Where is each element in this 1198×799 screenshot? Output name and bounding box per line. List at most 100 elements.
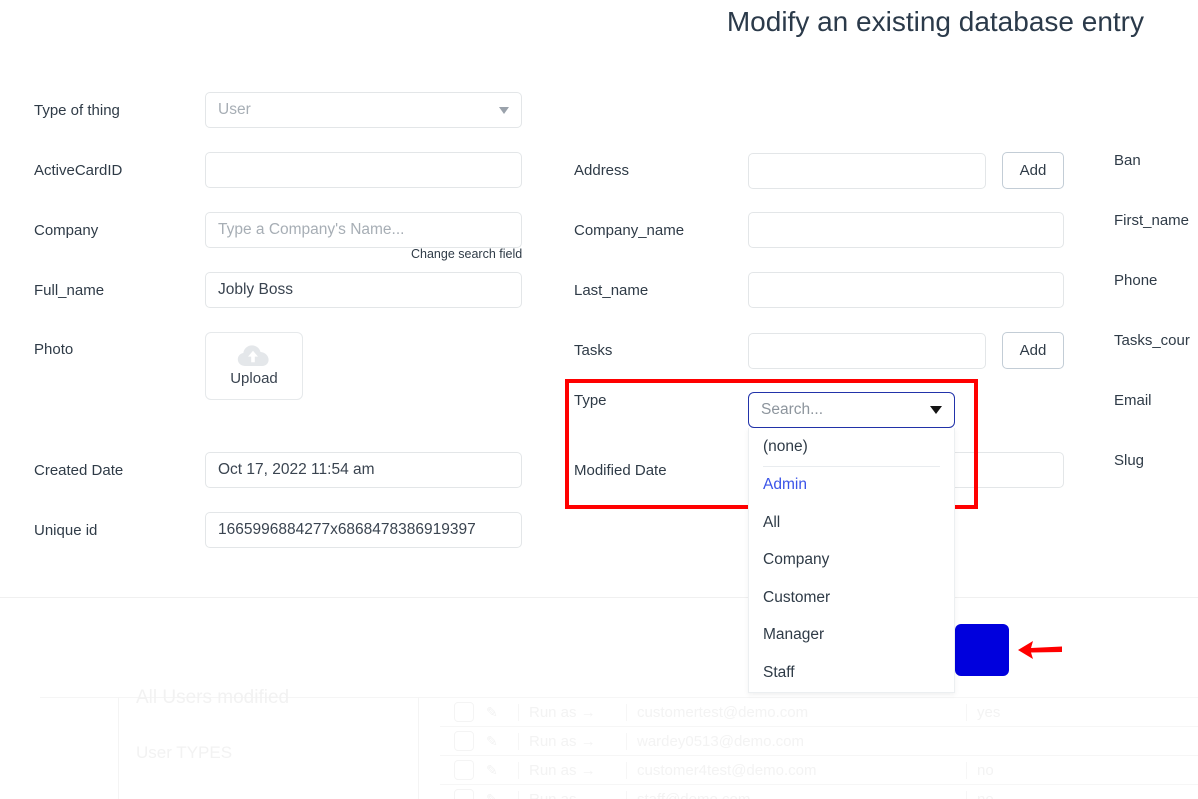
- type-search-input[interactable]: Search...: [748, 392, 955, 428]
- field-label: Full_name: [34, 281, 105, 299]
- last-name-input[interactable]: [748, 272, 1064, 308]
- row-checkbox[interactable]: [454, 789, 474, 799]
- edit-pencil-icon[interactable]: ✎: [486, 762, 512, 779]
- arrow-left-annotation: [1018, 641, 1062, 659]
- dropdown-option-all[interactable]: All: [749, 504, 954, 542]
- field-label: Company: [34, 221, 99, 239]
- row-checkbox[interactable]: [454, 702, 474, 722]
- field-label: Company_name: [574, 221, 685, 239]
- edit-pencil-icon[interactable]: ✎: [486, 791, 512, 799]
- cloud-upload-icon: [237, 345, 269, 366]
- address-add-button[interactable]: Add: [1002, 152, 1064, 189]
- background-heading-1: All Users modified: [136, 687, 290, 708]
- company-placeholder: Type a Company's Name...: [218, 221, 405, 238]
- field-label: Unique id: [34, 521, 98, 539]
- unique-id-input[interactable]: 1665996884277x6868478386919397: [205, 512, 522, 548]
- field-ban: Ban: [1114, 152, 1141, 169]
- edit-pencil-icon[interactable]: ✎: [486, 704, 512, 721]
- full-name-value: Jobly Boss: [218, 281, 293, 298]
- row-flag: no: [966, 761, 1111, 779]
- background-vline: [418, 697, 419, 799]
- type-search-placeholder: Search...: [761, 401, 824, 418]
- field-unique-id: Unique id 1665996884277x6868478386919397: [34, 512, 522, 548]
- field-label: Tasks: [574, 342, 613, 359]
- field-first-name: First_name: [1114, 212, 1189, 229]
- field-label: Photo: [34, 341, 74, 358]
- row-email: staff@demo.com: [626, 790, 836, 799]
- field-label: Address: [574, 162, 630, 179]
- type-dropdown: Search... (none) Admin All Company Custo…: [748, 392, 955, 693]
- field-address: Address Add: [574, 152, 1064, 189]
- page-title: Modify an existing database entry: [726, 6, 1144, 37]
- activecardid-input[interactable]: [205, 152, 522, 188]
- dropdown-option-none[interactable]: (none): [749, 428, 954, 466]
- field-label: Created Date: [34, 461, 124, 479]
- dropdown-option-staff[interactable]: Staff: [749, 654, 954, 692]
- run-as-link[interactable]: Run as →: [518, 703, 626, 721]
- type-dropdown-list: (none) Admin All Company Customer Manage…: [748, 428, 955, 693]
- unique-id-value: 1665996884277x6868478386919397: [218, 521, 476, 538]
- upload-label: Upload: [230, 370, 278, 387]
- company-name-input[interactable]: [748, 212, 1064, 248]
- field-label: Modified Date: [574, 461, 667, 479]
- run-as-link[interactable]: Run as →: [518, 790, 626, 799]
- field-company-name: Company_name: [574, 212, 1064, 248]
- background-table-row: ✎ Run as → wardey0513@demo.com: [440, 726, 1198, 755]
- field-tasks-count: Tasks_cour: [1114, 332, 1190, 349]
- row-email: customertest@demo.com: [626, 703, 836, 721]
- chevron-down-icon: [930, 406, 942, 414]
- field-label: ActiveCardID: [34, 161, 123, 179]
- section-divider: [0, 597, 1198, 598]
- run-as-link[interactable]: Run as →: [518, 761, 626, 779]
- field-last-name: Last_name: [574, 272, 1064, 308]
- background-vline: [118, 697, 119, 799]
- edit-pencil-icon[interactable]: ✎: [486, 733, 512, 750]
- change-search-field-link[interactable]: Change search field: [411, 247, 522, 261]
- field-activecardid: ActiveCardID: [34, 152, 522, 188]
- dropdown-option-company[interactable]: Company: [749, 542, 954, 580]
- background-heading-2: User TYPES: [136, 743, 233, 762]
- field-label: Slug: [1114, 452, 1145, 469]
- field-email: Email: [1114, 392, 1152, 409]
- tasks-add-button[interactable]: Add: [1002, 332, 1064, 369]
- created-date-input[interactable]: Oct 17, 2022 11:54 am: [205, 452, 522, 488]
- field-label: First_name: [1114, 212, 1190, 229]
- field-label: Phone: [1114, 272, 1158, 289]
- field-slug: Slug: [1114, 452, 1144, 469]
- field-label: Tasks_cour: [1114, 332, 1190, 349]
- field-photo: Photo Upload: [34, 332, 303, 400]
- company-search-input[interactable]: Type a Company's Name...: [205, 212, 522, 248]
- field-full-name: Full_name Jobly Boss: [34, 272, 522, 308]
- background-layer: All Users modified User TYPES ✎ Run as →…: [0, 597, 1198, 799]
- background-table-row: ✎ Run as → customer4test@demo.com no: [440, 755, 1198, 784]
- field-label: Type: [574, 392, 607, 409]
- created-date-value: Oct 17, 2022 11:54 am: [218, 461, 375, 478]
- field-tasks: Tasks Add: [574, 332, 1064, 369]
- row-email: wardey0513@demo.com: [626, 732, 836, 750]
- dropdown-option-manager[interactable]: Manager: [749, 617, 954, 655]
- type-of-thing-select[interactable]: User: [205, 92, 522, 128]
- type-of-thing-value: User: [218, 101, 251, 118]
- field-created-date: Created Date Oct 17, 2022 11:54 am: [34, 452, 522, 488]
- field-phone: Phone: [1114, 272, 1157, 289]
- full-name-input[interactable]: Jobly Boss: [205, 272, 522, 308]
- dropdown-option-admin[interactable]: Admin: [749, 467, 954, 505]
- background-table-row: ✎ Run as → staff@demo.com no: [440, 784, 1198, 799]
- run-as-link[interactable]: Run as →: [518, 732, 626, 750]
- address-input[interactable]: [748, 152, 986, 189]
- field-label: Email: [1114, 392, 1152, 409]
- field-type: Type: [574, 392, 748, 409]
- row-email: customer4test@demo.com: [626, 761, 836, 779]
- row-flag: yes: [966, 703, 1111, 721]
- row-checkbox[interactable]: [454, 731, 474, 751]
- background-table-row: ✎ Run as → customertest@demo.com yes: [440, 697, 1198, 726]
- field-label: Ban: [1114, 152, 1141, 169]
- app-window: All Users modified User TYPES ✎ Run as →…: [0, 0, 1198, 799]
- primary-action-button[interactable]: [955, 624, 1009, 676]
- row-checkbox[interactable]: [454, 760, 474, 780]
- tasks-input[interactable]: [748, 332, 986, 369]
- field-type-of-thing: Type of thing User: [34, 92, 522, 128]
- row-flag: no: [966, 790, 1111, 799]
- dropdown-option-customer[interactable]: Customer: [749, 579, 954, 617]
- photo-upload-button[interactable]: Upload: [205, 332, 303, 400]
